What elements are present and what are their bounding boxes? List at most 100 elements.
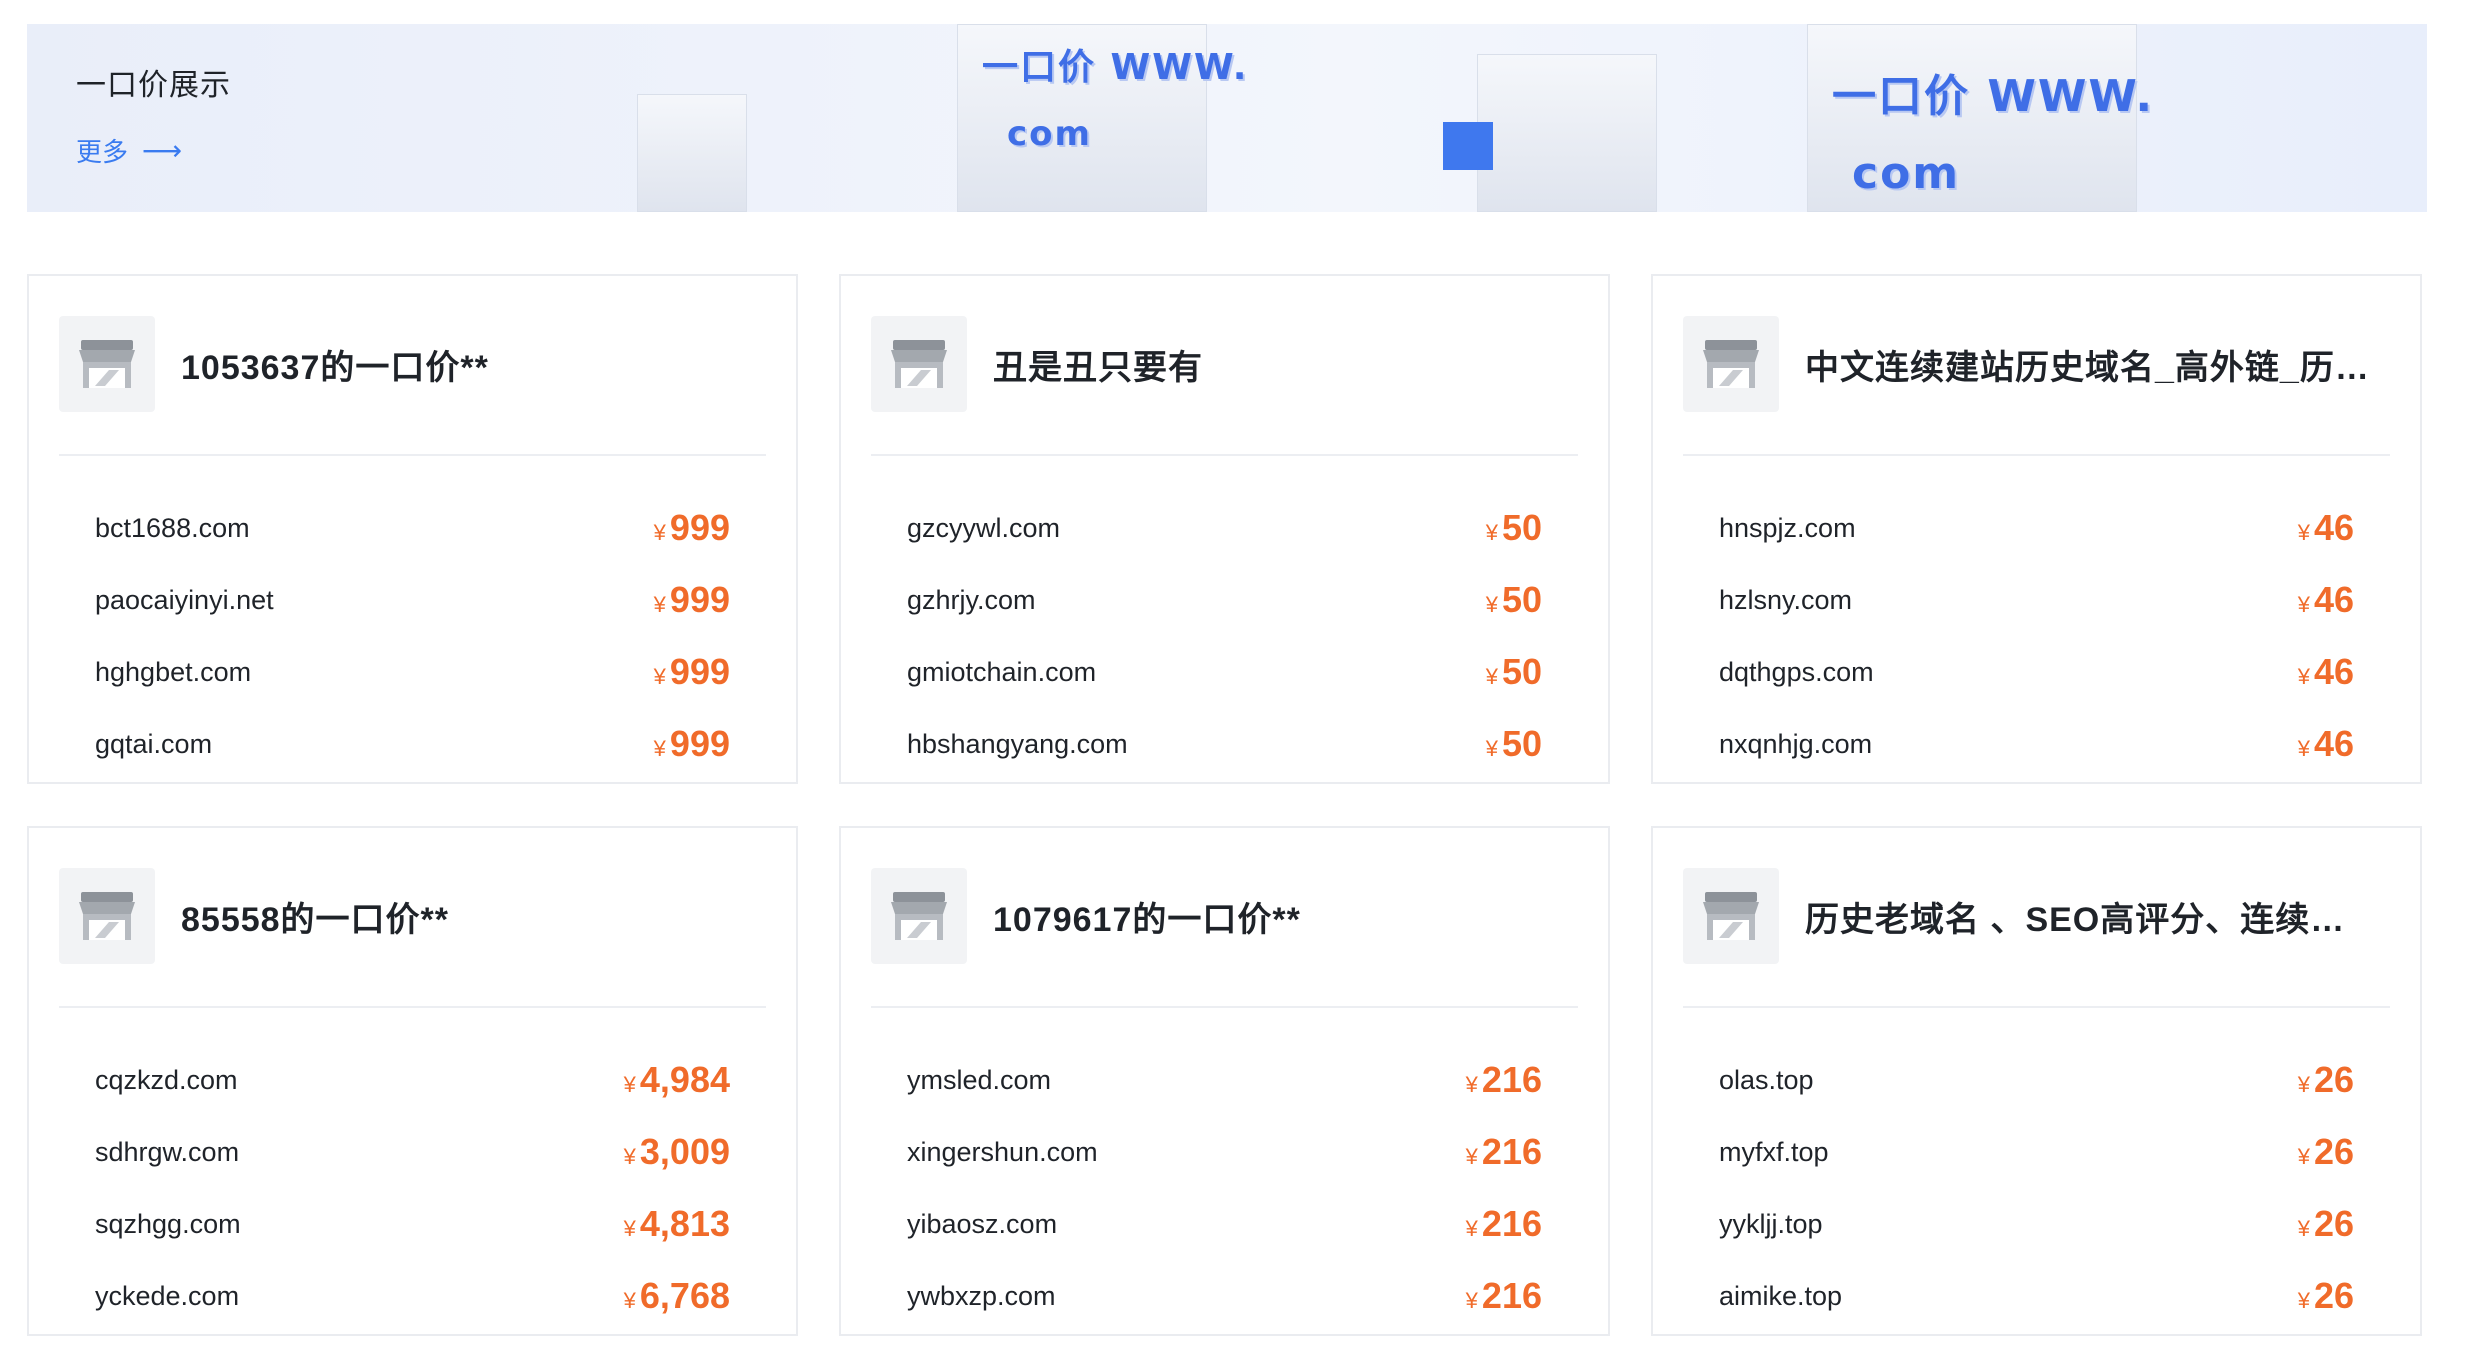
- domain-name: bct1688.com: [95, 512, 250, 543]
- price-value: 999: [669, 723, 730, 764]
- price: ¥26: [2298, 1131, 2354, 1173]
- price: ¥46: [2298, 723, 2354, 765]
- price-value: 999: [669, 579, 730, 620]
- divider: [871, 1006, 1578, 1008]
- shop-card[interactable]: 丑是丑只要有 gzcyywl.com ¥50 gzhrjy.com ¥50 gmio…: [839, 274, 1610, 784]
- price-value: 26: [2313, 1131, 2354, 1172]
- price-value: 4,813: [639, 1203, 730, 1244]
- shop-card[interactable]: 1079617的一口价** ymsled.com ¥216 xingershun.…: [839, 826, 1610, 1336]
- banner-title: 一口价展示: [76, 69, 231, 102]
- currency-symbol: ¥: [1485, 664, 1498, 689]
- list-item[interactable]: yykljj.top ¥26: [1719, 1188, 2354, 1260]
- card-title[interactable]: 历史老域名 、SEO高评分、连续建站、: [1805, 892, 2375, 941]
- currency-symbol: ¥: [2297, 1216, 2310, 1241]
- list-item[interactable]: nxqnhjg.com ¥46: [1719, 708, 2354, 780]
- domain-name: paocaiyinyi.net: [95, 584, 274, 615]
- domain-name: olas.top: [1719, 1064, 1814, 1095]
- list-item[interactable]: aimike.top ¥26: [1719, 1260, 2354, 1332]
- domain-name: sqzhgg.com: [95, 1208, 241, 1239]
- list-item[interactable]: paocaiyinyi.net ¥999: [95, 564, 730, 636]
- currency-symbol: ¥: [1465, 1216, 1478, 1241]
- domain-name: xingershun.com: [907, 1136, 1098, 1167]
- currency-symbol: ¥: [2297, 1072, 2310, 1097]
- list-item[interactable]: gzhrjy.com ¥50: [907, 564, 1542, 636]
- domain-name: nxqnhjg.com: [1719, 728, 1873, 759]
- page: 一口价 WWW. com 一口价 WWW. com 一口价展示 更多 ⟶ 105…: [0, 0, 2492, 1370]
- list-item[interactable]: dqthgps.com ¥46: [1719, 636, 2354, 708]
- domain-name: ywbxzp.com: [907, 1280, 1056, 1311]
- price: ¥4,984: [624, 1059, 730, 1101]
- domain-name: hnspjz.com: [1719, 512, 1856, 543]
- list-item[interactable]: ywbxzp.com ¥216: [907, 1260, 1542, 1332]
- domain-name: cqzkzd.com: [95, 1064, 238, 1095]
- divider: [1683, 1006, 2390, 1008]
- price: ¥46: [2298, 651, 2354, 693]
- domain-name: ymsled.com: [907, 1064, 1052, 1095]
- list-item[interactable]: hghgbet.com ¥999: [95, 636, 730, 708]
- list-item[interactable]: ymsled.com ¥216: [907, 1044, 1542, 1116]
- list-item[interactable]: sqzhgg.com ¥4,813: [95, 1188, 730, 1260]
- list-item[interactable]: yibaosz.com ¥216: [907, 1188, 1542, 1260]
- shop-icon: [1683, 316, 1779, 412]
- card-title[interactable]: 1053637的一口价**: [181, 340, 489, 389]
- list-item[interactable]: myfxf.top ¥26: [1719, 1116, 2354, 1188]
- shop-card[interactable]: 中文连续建站历史域名_高外链_历史... hnspjz.com ¥46 hzlsn…: [1651, 274, 2422, 784]
- currency-symbol: ¥: [653, 592, 666, 617]
- currency-symbol: ¥: [2297, 1288, 2310, 1313]
- currency-symbol: ¥: [1485, 736, 1498, 761]
- price: ¥216: [1466, 1275, 1542, 1317]
- domain-name: yykljj.top: [1719, 1208, 1823, 1239]
- price-value: 50: [1501, 507, 1542, 548]
- price: ¥999: [654, 723, 730, 765]
- list-item[interactable]: gzcyywl.com ¥50: [907, 492, 1542, 564]
- currency-symbol: ¥: [1485, 592, 1498, 617]
- domain-name: gmiotchain.com: [907, 656, 1097, 687]
- card-title[interactable]: 1079617的一口价**: [993, 892, 1301, 941]
- price-value: 216: [1481, 1131, 1542, 1172]
- price: ¥50: [1486, 507, 1542, 549]
- list-item[interactable]: hnspjz.com ¥46: [1719, 492, 2354, 564]
- price-value: 999: [669, 507, 730, 548]
- shop-card[interactable]: 85558的一口价** cqzkzd.com ¥4,984 sdhrgw.com ¥…: [27, 826, 798, 1336]
- currency-symbol: ¥: [1465, 1288, 1478, 1313]
- shop-card[interactable]: 1053637的一口价** bct1688.com ¥999 paocaiyiny…: [27, 274, 798, 784]
- price-value: 46: [2313, 651, 2354, 692]
- list-item[interactable]: bct1688.com ¥999: [95, 492, 730, 564]
- currency-symbol: ¥: [653, 520, 666, 545]
- price-value: 50: [1501, 723, 1542, 764]
- shop-card[interactable]: 历史老域名 、SEO高评分、连续建站、 olas.top ¥26 myfxf.to…: [1651, 826, 2422, 1336]
- price: ¥216: [1466, 1059, 1542, 1101]
- price-value: 999: [669, 651, 730, 692]
- more-link[interactable]: 更多 ⟶: [76, 132, 182, 169]
- list-item[interactable]: gmiotchain.com ¥50: [907, 636, 1542, 708]
- price: ¥26: [2298, 1059, 2354, 1101]
- list-item[interactable]: gqtai.com ¥999: [95, 708, 730, 780]
- price-value: 26: [2313, 1203, 2354, 1244]
- currency-symbol: ¥: [2297, 664, 2310, 689]
- price: ¥46: [2298, 507, 2354, 549]
- price-value: 216: [1481, 1275, 1542, 1316]
- divider: [871, 454, 1578, 456]
- price: ¥216: [1466, 1131, 1542, 1173]
- price-value: 50: [1501, 579, 1542, 620]
- card-title[interactable]: 中文连续建站历史域名_高外链_历史...: [1805, 340, 2375, 389]
- list-item[interactable]: hzlsny.com ¥46: [1719, 564, 2354, 636]
- card-title[interactable]: 丑是丑只要有: [993, 340, 1203, 389]
- price: ¥216: [1466, 1203, 1542, 1245]
- price-value: 46: [2313, 579, 2354, 620]
- list-item[interactable]: cqzkzd.com ¥4,984: [95, 1044, 730, 1116]
- list-item[interactable]: yckede.com ¥6,768: [95, 1260, 730, 1332]
- price: ¥999: [654, 651, 730, 693]
- banner-decoration: [637, 94, 747, 212]
- domain-name: yibaosz.com: [907, 1208, 1058, 1239]
- card-title[interactable]: 85558的一口价**: [181, 892, 449, 941]
- list-item[interactable]: hbshangyang.com ¥50: [907, 708, 1542, 780]
- domain-name: myfxf.top: [1719, 1136, 1829, 1167]
- price: ¥3,009: [624, 1131, 730, 1173]
- domain-name: sdhrgw.com: [95, 1136, 240, 1167]
- list-item[interactable]: sdhrgw.com ¥3,009: [95, 1116, 730, 1188]
- price: ¥26: [2298, 1275, 2354, 1317]
- list-item[interactable]: olas.top ¥26: [1719, 1044, 2354, 1116]
- banner-sign-text: com: [1007, 114, 1092, 154]
- list-item[interactable]: xingershun.com ¥216: [907, 1116, 1542, 1188]
